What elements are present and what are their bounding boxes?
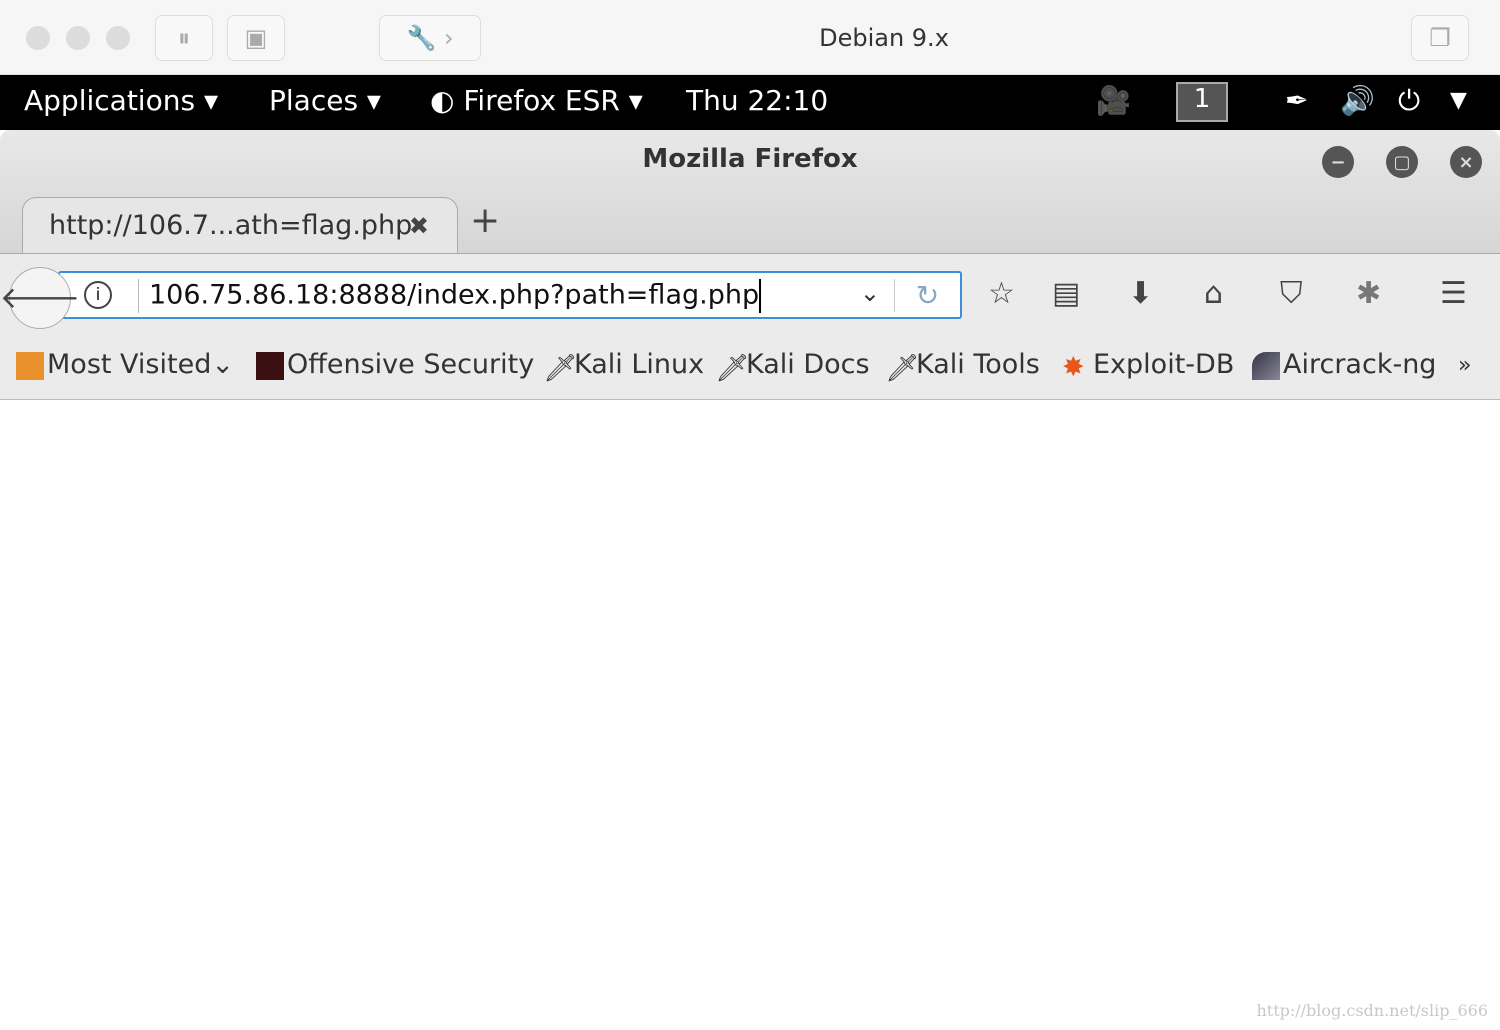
bookmarks-list-icon[interactable]: ▤ [1052, 276, 1080, 311]
gnome-top-bar: Applications ▾ Places ▾ ◐ Firefox ESR ▾ … [0, 75, 1500, 130]
download-icon[interactable]: ⬇ [1128, 276, 1153, 311]
tab-title: http://106.7...ath=flag.php [49, 210, 413, 241]
firefox-window: Mozilla Firefox − ▢ × http://106.7...ath… [0, 130, 1500, 400]
workspace-indicator[interactable]: 1 [1176, 82, 1228, 122]
vm-titlebar: ⏸ ▣ 🔧 › Debian 9.x ❐ [0, 0, 1500, 75]
clock[interactable]: Thu 22:10 [686, 84, 828, 117]
bookmark-label: Kali Docs [746, 349, 870, 380]
folder-icon [16, 351, 44, 380]
bookmark-exploit-db[interactable]: ✸ Exploit-DB [1062, 349, 1235, 383]
offsec-icon [256, 351, 284, 380]
pen-icon[interactable]: ✒ [1285, 84, 1308, 117]
tab-active[interactable]: http://106.7...ath=flag.php ✖ [22, 197, 458, 255]
close-button[interactable]: × [1450, 146, 1482, 178]
places-label: Places [269, 84, 359, 117]
kali-dragon-icon: 🗡 [885, 352, 920, 384]
bookmark-offensive-security[interactable]: Offensive Security [256, 349, 534, 380]
bug-icon: ✸ [1062, 351, 1085, 383]
bookmark-label: Offensive Security [287, 349, 535, 380]
maximize-button[interactable]: ▢ [1386, 146, 1418, 178]
bookmark-kali-tools[interactable]: 🗡Kali Tools [885, 349, 1040, 384]
bookmark-label: Kali Tools [916, 349, 1040, 380]
text-cursor [759, 279, 762, 313]
spider-icon[interactable]: ✱ [1356, 276, 1381, 311]
pocket-icon[interactable]: ⛉ [1280, 276, 1303, 311]
kali-dragon-icon: 🗡 [715, 352, 750, 384]
bookmark-most-visited[interactable]: Most Visited⌄ [16, 349, 234, 380]
bookmark-label: Kali Linux [574, 349, 705, 380]
firefox-icon: ◐ [430, 84, 455, 117]
bookmark-label: Aircrack-ng [1283, 349, 1437, 380]
system-menu-chevron-icon[interactable]: ▼ [1450, 88, 1467, 113]
new-tab-button[interactable]: + [470, 200, 500, 241]
bookmark-label: Exploit-DB [1093, 349, 1235, 380]
applications-label: Applications [24, 84, 196, 117]
home-icon[interactable]: ⌂ [1204, 276, 1223, 311]
hamburger-menu-icon[interactable]: ☰ [1440, 276, 1467, 311]
antenna-icon [1252, 351, 1280, 380]
bookmarks-overflow-button[interactable]: » [1458, 353, 1471, 378]
bookmarks-toolbar: Most Visited⌄ Offensive Security 🗡Kali L… [0, 335, 1500, 400]
camera-icon[interactable]: 🎥 [1096, 84, 1131, 117]
navigation-toolbar: 🡐 i 106.75.86.18:8888/index.php?path=fla… [0, 253, 1500, 335]
url-input[interactable]: 106.75.86.18:8888/index.php?path=flag.ph… [149, 280, 759, 311]
bookmark-kali-docs[interactable]: 🗡Kali Docs [715, 349, 870, 384]
bookmark-star-icon[interactable]: ☆ [988, 276, 1015, 311]
app-menu[interactable]: ◐ Firefox ESR ▾ [430, 84, 643, 117]
watermark: http://blog.csdn.net/slip_666 [1256, 1001, 1488, 1020]
bookmark-kali-linux[interactable]: 🗡Kali Linux [543, 349, 705, 384]
applications-menu[interactable]: Applications ▾ [24, 84, 218, 117]
info-icon[interactable]: i [84, 281, 112, 309]
app-label: Firefox ESR [463, 84, 620, 117]
reload-icon[interactable]: ↻ [894, 279, 960, 312]
bookmark-label: Most Visited [47, 349, 212, 380]
kali-dragon-icon: 🗡 [543, 352, 578, 384]
bookmark-aircrack-ng[interactable]: Aircrack-ng [1252, 349, 1436, 380]
back-button[interactable]: 🡐 [0, 267, 80, 329]
url-dropdown-chevron-icon[interactable]: ⌄ [860, 279, 880, 307]
fullscreen-button[interactable]: ❐ [1411, 15, 1469, 61]
volume-icon[interactable]: 🔊 [1340, 84, 1375, 117]
window-title: Mozilla Firefox [642, 144, 858, 174]
places-menu[interactable]: Places ▾ [269, 84, 381, 117]
vm-title: Debian 9.x [819, 24, 949, 52]
tab-close-icon[interactable]: ✖ [409, 212, 429, 240]
minimize-button[interactable]: − [1322, 146, 1354, 178]
url-bar[interactable]: i 106.75.86.18:8888/index.php?path=flag.… [58, 271, 962, 319]
power-icon[interactable]: ⏻ [1398, 84, 1420, 118]
